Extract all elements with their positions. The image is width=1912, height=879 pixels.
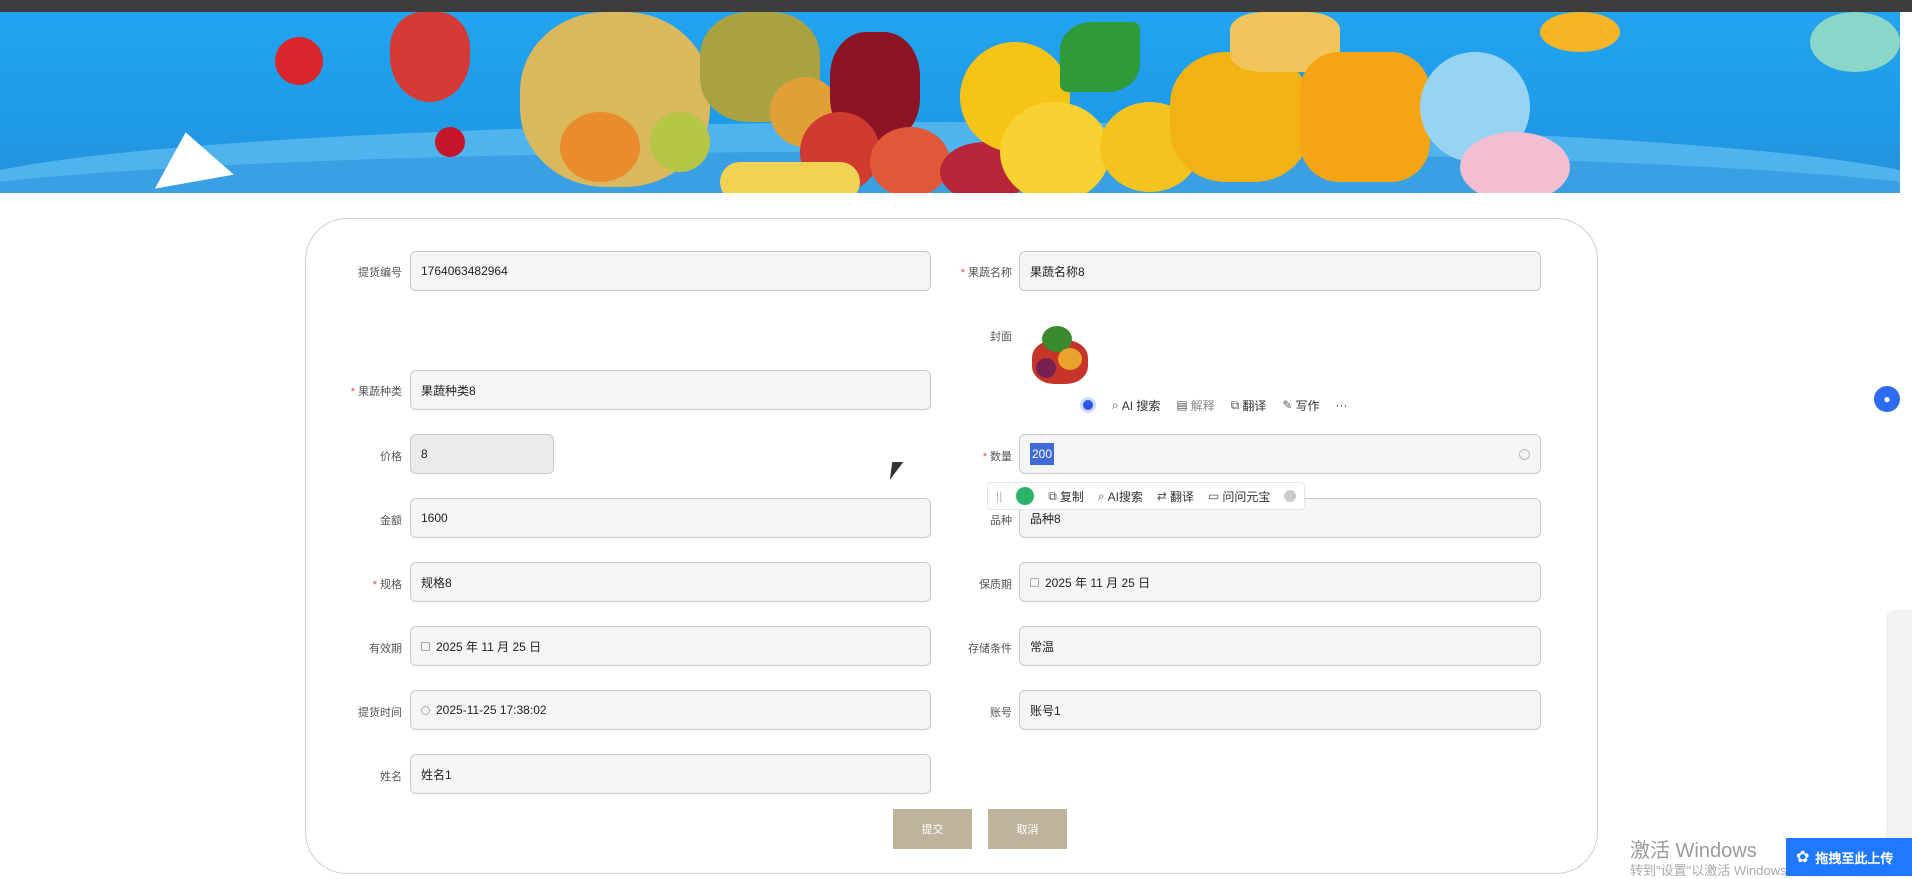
clock-icon [421,705,430,715]
pickup-time-field[interactable]: 2025-11-25 17:38:02 [410,690,931,730]
drag-handle[interactable]: || [996,489,1002,503]
storage-label: 存储条件 [968,643,1012,655]
cover-image[interactable] [1028,318,1094,388]
drag-upload-button[interactable]: ✿ 拖拽至此上传 [1786,838,1912,876]
ai-write-button[interactable]: ✎ 写作 [1282,397,1319,414]
selection-toolbar: || ⧉ 复制 ⌕ AI搜索 ⇄ 翻译 ▭ 问问元宝 [987,482,1306,510]
document-icon: ▤ [1176,398,1188,412]
expiry-field[interactable]: 2025 年 11 月 25 日 [410,626,931,666]
calendar-icon [1030,577,1039,587]
calendar-icon [421,641,430,651]
account-label: 账号 [990,707,1012,719]
ai-assist-toolbar: ⌕ AI 搜索 ▤ 解释 ⧉ 翻译 ✎ 写作 ··· [1080,396,1347,414]
ai-explain-button[interactable]: ▤ 解释 [1176,397,1214,414]
submit-button[interactable]: 提交 [893,809,972,849]
translate-icon: ⇄ [1156,489,1167,503]
variety-label: 品种 [990,515,1012,527]
upload-icon: ✿ [1796,849,1810,866]
quantity-field[interactable]: 200 [1019,434,1541,474]
spec-label: * 规格 [372,579,402,591]
quantity-label: * 数量 [982,451,1012,463]
fruit-name-field[interactable]: 果蔬名称8 [1019,251,1541,291]
close-icon[interactable] [1284,490,1297,502]
clear-icon[interactable] [1519,448,1530,460]
ai-translate-button[interactable]: ⧉ 翻译 [1231,397,1267,414]
spec-field[interactable]: 规格8 [410,562,931,602]
account-field[interactable]: 账号1 [1019,690,1541,730]
cover-label: 封面 [990,331,1012,343]
system-side-panel [1886,610,1912,876]
windows-activation-watermark: 激活 Windows [1630,840,1757,862]
storage-field[interactable]: 常温 [1019,626,1541,666]
selection-translate-button[interactable]: ⇄ 翻译 [1157,488,1194,505]
copy-button[interactable]: ⧉ 复制 [1048,488,1084,505]
amount-label: 金额 [380,515,402,527]
expiry-label: 有效期 [369,643,402,655]
shelf-life-label: 保质期 [979,579,1012,591]
translate-icon: ⧉ [1230,397,1240,412]
name-field[interactable]: 姓名1 [410,754,931,794]
ai-logo-icon[interactable] [1080,397,1096,413]
chat-bubble-icon[interactable]: ● [1874,386,1900,412]
order-no-field[interactable]: 1764063482964 [410,251,931,291]
chat-icon: ▭ [1207,489,1220,503]
shelf-life-field[interactable]: 2025 年 11 月 25 日 [1019,562,1541,602]
price-field: 8 [410,434,554,474]
copy-icon: ⧉ [1048,488,1057,503]
pickup-time-label: 提货时间 [358,707,402,719]
magic-wand-icon: ✎ [1282,398,1293,412]
windows-activation-hint: 转到"设置"以激活 Windows。 [1630,863,1800,878]
more-button[interactable]: ··· [1335,398,1347,412]
yuanbao-logo-icon[interactable] [1016,487,1035,505]
fruit-type-field[interactable]: 果蔬种类8 [410,370,931,410]
price-label: 价格 [380,451,402,463]
order-no-label: 提货编号 [358,267,402,279]
search-icon: ⌕ [1112,397,1119,412]
name-label: 姓名 [380,771,402,783]
fruit-type-label: * 果蔬种类 [350,386,402,398]
fruit-banner [0,12,1900,193]
cancel-button[interactable]: 取消 [988,809,1067,849]
ai-search-button[interactable]: ⌕ AI 搜索 [1112,397,1160,414]
amount-field[interactable]: 1600 [410,498,931,538]
browser-top-bar [0,0,1912,12]
search-icon: ⌕ [1097,488,1105,503]
fruit-name-label: * 果蔬名称 [960,267,1012,279]
selection-ai-search-button[interactable]: ⌕ AI搜索 [1098,488,1143,505]
ask-yuanbao-button[interactable]: ▭ 问问元宝 [1208,488,1270,505]
